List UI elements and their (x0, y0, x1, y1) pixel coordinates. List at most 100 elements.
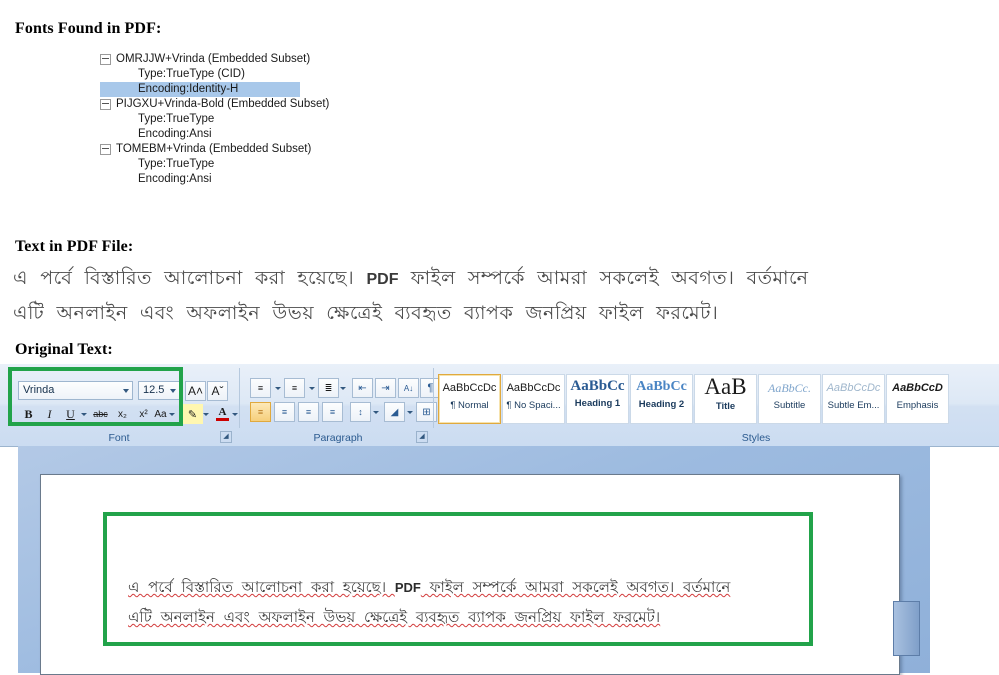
style-tile-subtle-emphasis[interactable]: AaBbCcDc Subtle Em... (822, 374, 885, 424)
align-right-icon: ≡ (305, 407, 312, 417)
sort-button[interactable]: A↓ (398, 378, 419, 398)
style-label: ¶ Normal (450, 400, 489, 411)
style-preview: AaBbCc. (768, 381, 811, 395)
line-spacing-dropdown[interactable] (370, 402, 379, 422)
paragraph-dialog-launcher[interactable]: ◢ (416, 431, 428, 443)
font-name-label: TOMEBM+Vrinda (Embedded Subset) (116, 143, 312, 155)
chevron-down-icon (372, 410, 379, 414)
group-separator (433, 368, 434, 428)
style-tile-heading-1[interactable]: AaBbCс Heading 1 (566, 374, 629, 424)
style-label: Emphasis (896, 400, 939, 411)
document-text-line1-part1: এ পর্বে বিস্তারিত আলোচনা করা হয়েছে। (128, 580, 395, 596)
borders-icon: ⊞ (422, 406, 431, 418)
style-label: Subtle Em... (827, 400, 880, 411)
align-right-button[interactable]: ≡ (298, 402, 319, 422)
tree-item-font-1[interactable]: PIJGXU+Vrinda-Bold (Embedded Subset) (100, 97, 329, 112)
pdf-text-heading: Text in PDF File: (15, 238, 134, 255)
bullets-icon: ≡ (257, 383, 264, 393)
paint-bucket-icon: ◢ (390, 406, 399, 418)
style-label: Title (715, 401, 736, 412)
ribbon-group-paragraph: ≡ ≡ ≣ ⇤ ⇥ A↓ ¶ ≡ ≡ ≡ ≡ ↕ ◢ ⊞ Paragraph ◢ (244, 364, 445, 446)
align-center-icon: ≡ (281, 407, 288, 417)
line-spacing-button[interactable]: ↕ (350, 402, 371, 422)
annotation-box-font-controls (8, 367, 183, 426)
paragraph-group-label: Paragraph (313, 432, 363, 444)
tree-item-font-0-encoding[interactable]: Encoding:Identity-H (100, 82, 300, 97)
style-preview: AaBbCcDc (506, 382, 561, 394)
collapse-icon[interactable] (100, 144, 111, 155)
increase-indent-button[interactable]: ⇥ (375, 378, 396, 398)
numbering-button[interactable]: ≡ (284, 378, 305, 398)
tree-item-font-2-encoding: Encoding:Ansi (138, 173, 212, 185)
font-color-dropdown[interactable] (229, 404, 238, 424)
vertical-scrollbar-thumb[interactable] (893, 601, 920, 656)
grow-font-button[interactable]: A˄ (185, 381, 206, 401)
multilevel-list-dropdown[interactable] (337, 378, 346, 398)
collapse-icon[interactable] (100, 99, 111, 110)
font-color-icon: A (218, 406, 227, 418)
highlighter-icon: ✎ (187, 408, 198, 421)
chevron-down-icon (406, 410, 413, 414)
chevron-down-icon (308, 386, 315, 390)
font-tree: OMRJJW+Vrinda (Embedded Subset) Type:Tru… (100, 52, 329, 187)
font-name-label: OMRJJW+Vrinda (Embedded Subset) (116, 53, 311, 65)
style-tile-normal[interactable]: AaBbCcDc ¶ Normal (438, 374, 501, 424)
tree-item-font-1-type: Type:TrueType (138, 113, 215, 125)
pdf-text-line-1: এ পর্বে বিস্তারিত আলোচনা করা হয়েছে। PDF… (13, 262, 988, 297)
shrink-font-icon: Aˇ (211, 384, 224, 398)
pdf-text-line1-part2: ফাইল সম্পর্কে আমরা সকলেই অবগত। বর্তমানে (398, 268, 809, 289)
tree-item-font-2[interactable]: TOMEBM+Vrinda (Embedded Subset) (100, 142, 329, 157)
multilevel-list-icon: ≣ (324, 382, 333, 393)
numbering-dropdown[interactable] (306, 378, 315, 398)
group-separator (239, 368, 240, 428)
bullets-button[interactable]: ≡ (250, 378, 271, 398)
highlight-dropdown[interactable] (200, 404, 209, 424)
font-dialog-launcher[interactable]: ◢ (220, 431, 232, 443)
tree-item-font-0-type: Type:TrueType (CID) (138, 68, 245, 80)
style-tile-no-spacing[interactable]: AaBbCcDc ¶ No Spaci... (502, 374, 565, 424)
chevron-down-icon (274, 386, 281, 390)
style-preview: AaBbCс (570, 378, 625, 394)
style-preview: AaBbCc (636, 379, 687, 394)
align-center-button[interactable]: ≡ (274, 402, 295, 422)
font-group-label: Font (108, 432, 130, 444)
style-preview: AaB (704, 374, 747, 399)
style-tile-subtitle[interactable]: AaBbCc. Subtitle (758, 374, 821, 424)
document-text-line1-part2: ফাইল সম্পর্কে আমরা সকলেই অবগত। বর্তমানে (420, 580, 731, 596)
style-tile-heading-2[interactable]: AaBbCc Heading 2 (630, 374, 693, 424)
document-body-text[interactable]: এ পর্বে বিস্তারিত আলোচনা করা হয়েছে। PDF… (128, 573, 808, 633)
document-text-line-1: এ পর্বে বিস্তারিত আলোচনা করা হয়েছে। PDF… (128, 573, 808, 603)
shading-dropdown[interactable] (404, 402, 413, 422)
style-preview: AaBbCcDc (442, 382, 497, 394)
original-text-heading: Original Text: (15, 341, 113, 358)
chevron-down-icon (231, 412, 238, 416)
style-tile-emphasis[interactable]: AaBbCcD Emphasis (886, 374, 949, 424)
style-label: ¶ No Spaci... (506, 400, 561, 411)
grow-font-icon: A˄ (187, 384, 203, 398)
document-text-line2: এটি অনলাইন এবং অফলাইন উভয় ক্ষেত্রেই ব্য… (128, 610, 661, 626)
style-tile-title[interactable]: AaB Title (694, 374, 757, 424)
decrease-indent-button[interactable]: ⇤ (352, 378, 373, 398)
shrink-font-button[interactable]: Aˇ (207, 381, 228, 401)
chevron-down-icon (202, 412, 209, 416)
bullets-dropdown[interactable] (272, 378, 281, 398)
pdf-text-line-2: এটি অনলাইন এবং অফলাইন উভয় ক্ষেত্রেই ব্য… (13, 303, 719, 324)
style-preview: AaBbCcD (892, 382, 943, 394)
fonts-found-heading: Fonts Found in PDF: (15, 20, 162, 37)
tree-item-font-0[interactable]: OMRJJW+Vrinda (Embedded Subset) (100, 52, 329, 67)
pdf-text-line1-part1: এ পর্বে বিস্তারিত আলোচনা করা হয়েছে। (13, 268, 367, 289)
collapse-icon[interactable] (100, 54, 111, 65)
tree-item-font-2-type: Type:TrueType (138, 158, 215, 170)
shading-button[interactable]: ◢ (384, 402, 405, 422)
font-name-label: PIJGXU+Vrinda-Bold (Embedded Subset) (116, 98, 330, 110)
align-left-button[interactable]: ≡ (250, 402, 271, 422)
decrease-indent-icon: ⇤ (358, 382, 367, 394)
pdf-text-line1-latin: PDF (366, 271, 399, 288)
multilevel-list-button[interactable]: ≣ (318, 378, 339, 398)
increase-indent-icon: ⇥ (381, 382, 390, 394)
tree-item-font-1-encoding: Encoding:Ansi (138, 128, 212, 140)
ribbon-group-styles: AaBbCcDc ¶ Normal AaBbCcDc ¶ No Spaci...… (436, 364, 999, 446)
align-left-icon: ≡ (257, 407, 264, 417)
justify-icon: ≡ (329, 407, 336, 417)
justify-button[interactable]: ≡ (322, 402, 343, 422)
